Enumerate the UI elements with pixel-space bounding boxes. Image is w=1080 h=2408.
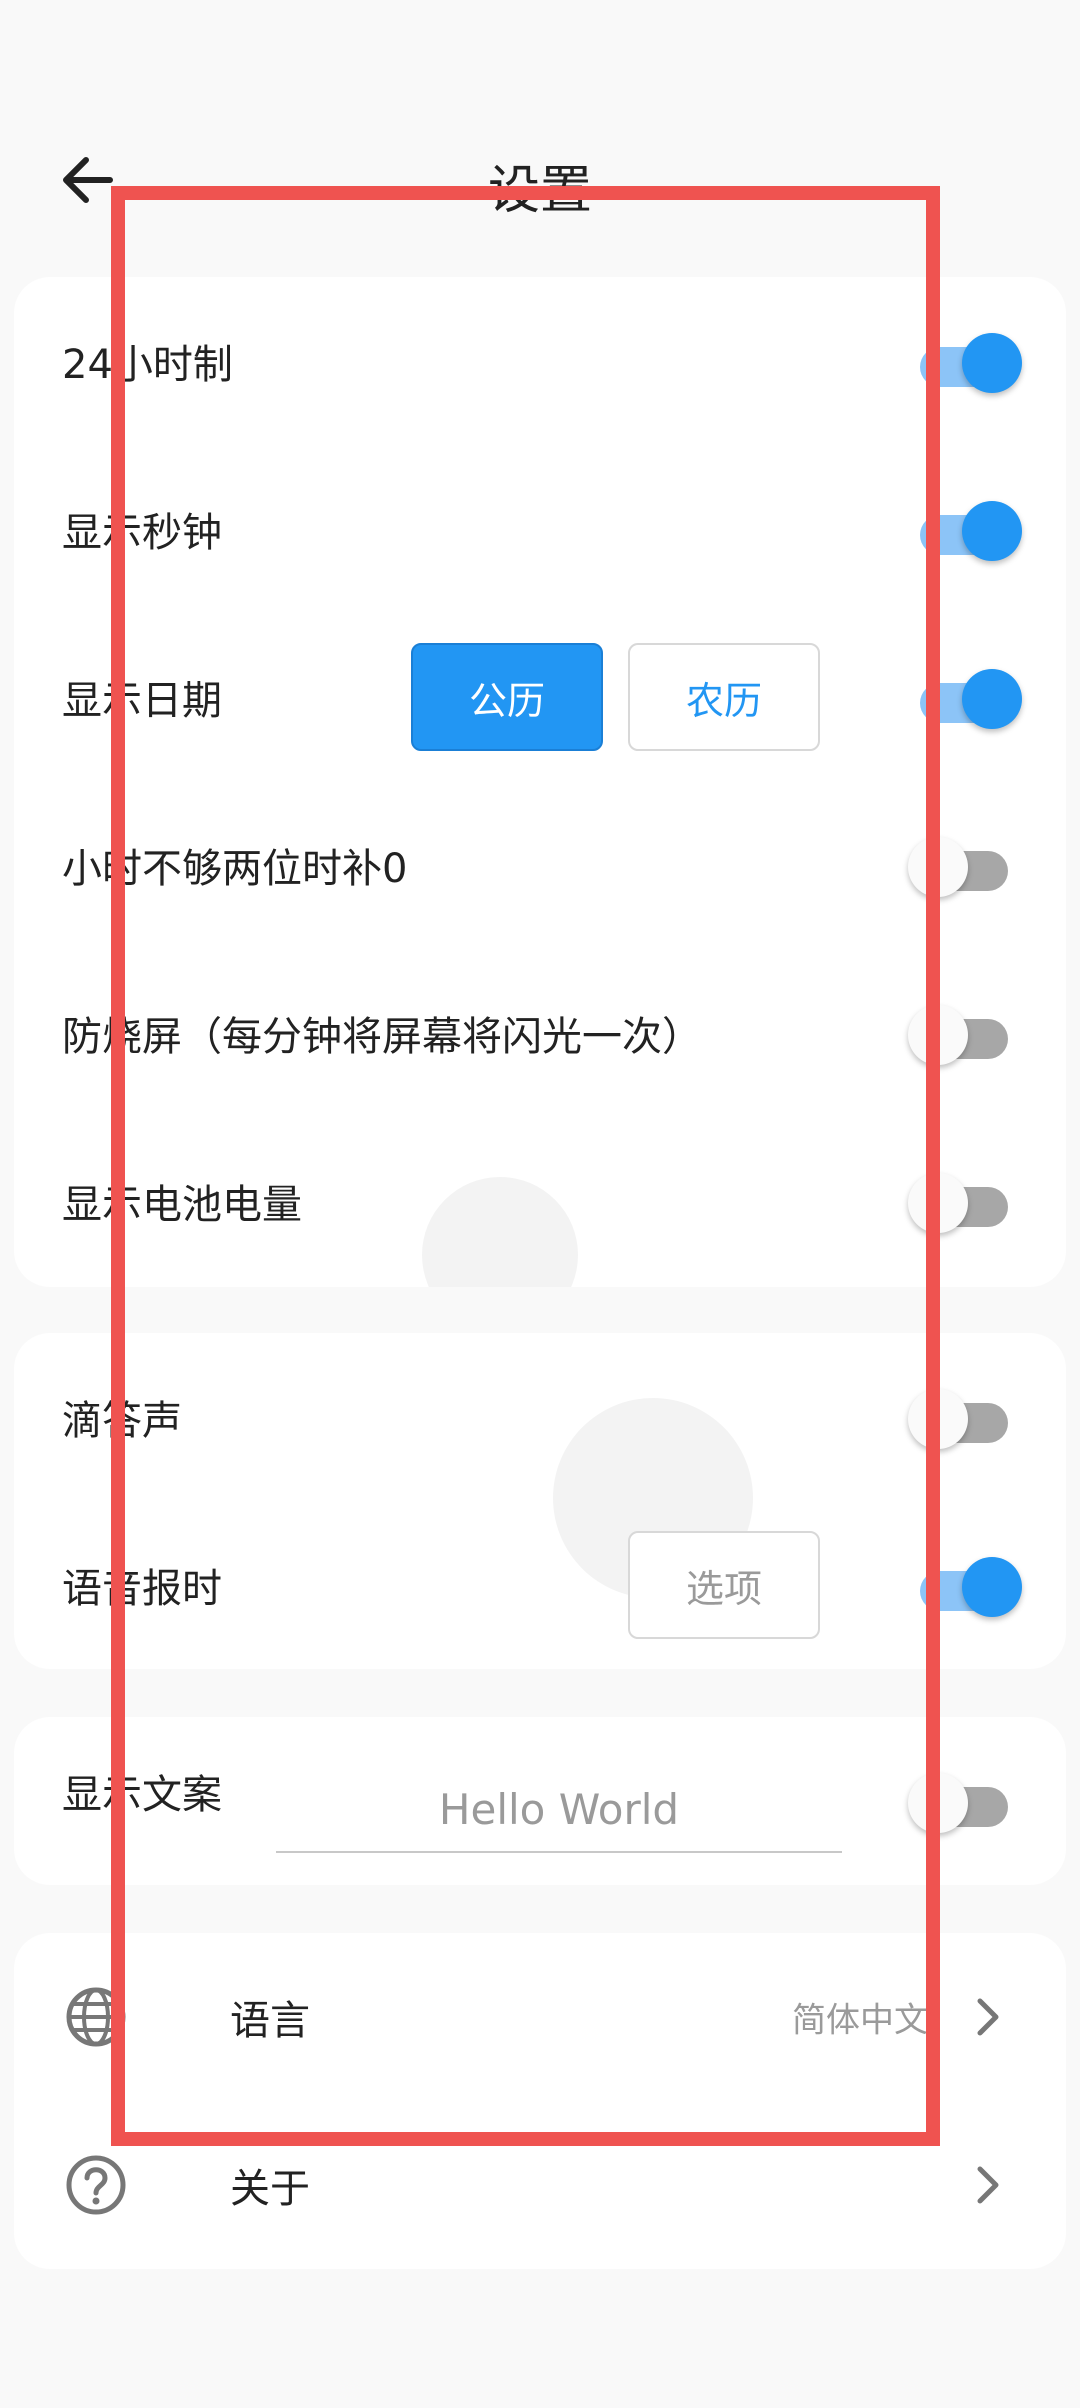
setting-label: 语音报时	[62, 1566, 222, 1612]
toggle-pad-zero[interactable]	[908, 835, 1018, 897]
setting-label: 显示秒钟	[62, 510, 222, 556]
nav-item-language[interactable]: 语言 简体中文	[14, 1933, 1066, 2101]
sound-settings-card: 滴答声 语音报时 选项	[14, 1333, 1066, 1669]
voice-options-button[interactable]: 选项	[628, 1531, 820, 1639]
nav-label: 关于	[230, 2166, 310, 2212]
setting-row-pad-zero: 小时不够两位时补0	[14, 781, 1066, 949]
toggle-burn-in[interactable]	[908, 1003, 1018, 1065]
settings-page: 设置 24小时制 显示秒钟 显示日期 公历 农历 小时不够两位时补0 防烧屏（每…	[0, 0, 1080, 2408]
setting-label: 24小时制	[62, 342, 233, 388]
setting-row-tick: 滴答声	[14, 1333, 1066, 1501]
setting-row-24h: 24小时制	[14, 277, 1066, 445]
setting-label: 显示日期	[62, 678, 222, 724]
setting-label: 显示电池电量	[62, 1182, 302, 1228]
language-value: 简体中文	[792, 2000, 928, 2041]
toggle-caption[interactable]	[908, 1771, 1018, 1833]
page-title: 设置	[487, 161, 592, 221]
nav-card: 语言 简体中文 关于	[14, 1933, 1066, 2269]
gregorian-button[interactable]: 公历	[411, 643, 603, 751]
toggle-24h[interactable]	[910, 331, 1022, 393]
toggle-battery[interactable]	[908, 1171, 1018, 1233]
setting-row-caption: 显示文案	[14, 1717, 1066, 1885]
globe-icon	[66, 1987, 126, 2047]
setting-label: 显示文案	[62, 1772, 222, 1818]
setting-row-date: 显示日期 公历 农历	[14, 613, 1066, 781]
setting-label: 滴答声	[62, 1398, 182, 1444]
caption-settings-card: 显示文案	[14, 1717, 1066, 1885]
app-header: 设置	[0, 120, 1080, 240]
display-settings-card: 24小时制 显示秒钟 显示日期 公历 农历 小时不够两位时补0 防烧屏（每分钟将…	[14, 277, 1066, 1287]
setting-label: 小时不够两位时补0	[62, 846, 408, 892]
chevron-right-icon	[977, 1998, 999, 2036]
toggle-seconds[interactable]	[910, 499, 1022, 561]
lunar-button[interactable]: 农历	[628, 643, 820, 751]
chevron-right-icon	[977, 2166, 999, 2204]
toggle-tick[interactable]	[908, 1387, 1018, 1449]
help-circle-icon	[66, 2155, 126, 2215]
setting-row-seconds: 显示秒钟	[14, 445, 1066, 613]
setting-row-battery: 显示电池电量	[14, 1117, 1066, 1285]
nav-label: 语言	[230, 1998, 310, 2044]
setting-row-voice-time: 语音报时 选项	[14, 1501, 1066, 1669]
toggle-date[interactable]	[910, 667, 1022, 729]
toggle-voice-time[interactable]	[910, 1555, 1022, 1617]
nav-item-about[interactable]: 关于	[14, 2101, 1066, 2269]
caption-input[interactable]	[276, 1767, 842, 1853]
setting-row-burn-in: 防烧屏（每分钟将屏幕将闪光一次）	[14, 949, 1066, 1117]
setting-label: 防烧屏（每分钟将屏幕将闪光一次）	[62, 1014, 702, 1060]
